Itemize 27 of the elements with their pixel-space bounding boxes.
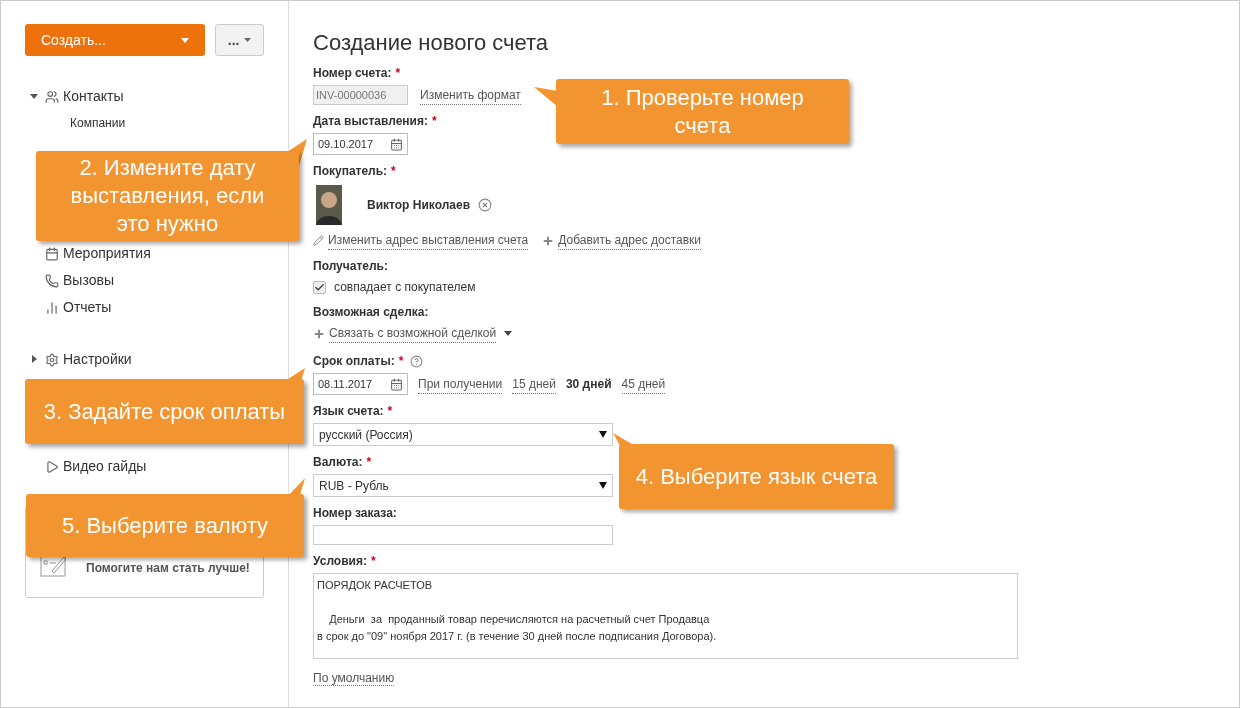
required-mark: * — [431, 113, 437, 130]
invoice-number-field: INV-00000036 — [313, 85, 408, 105]
hint-tooltip: 1. Проверьте номер счета — [556, 79, 849, 144]
field-label: Покупатель: — [313, 163, 388, 180]
hint-tooltip: 5. Выберите валюту — [26, 494, 304, 557]
required-mark: * — [366, 454, 372, 471]
terms-line: в срок до "09" ноября 2017 г. (в течение 30 дней после подписания Договора). — [317, 629, 718, 644]
field-label: Условия: — [313, 553, 367, 570]
page-title: Создание нового счета — [313, 29, 550, 57]
field-label: Номер заказа: — [313, 505, 397, 522]
field-label: Получатель: — [313, 258, 388, 275]
field-label: Срок оплаты: — [313, 353, 395, 370]
hint-tooltip: 2. Измените дату выставления, если это нужно — [36, 151, 299, 241]
required-mark: * — [387, 403, 393, 420]
terms-line: Деньги за проданный товар перечисляются на расчетный счет Продавца — [328, 612, 711, 627]
field-label: Язык счета: — [313, 403, 384, 420]
field-label: Номер счета: — [313, 65, 392, 82]
hint-tooltip: 4. Выберите язык счета — [619, 444, 894, 509]
required-mark: * — [395, 65, 401, 82]
terms-line: ПОРЯДОК РАСЧЕТОВ — [317, 578, 434, 593]
required-mark: * — [398, 353, 404, 370]
field-label: Возможная сделка: — [313, 304, 429, 321]
field-label: Дата выставления: — [313, 113, 428, 130]
required-mark: * — [391, 163, 396, 180]
field-label: Валюта: — [313, 454, 363, 471]
required-mark: * — [370, 553, 376, 570]
hint-tooltip: 3. Задайте срок оплаты — [25, 379, 304, 444]
